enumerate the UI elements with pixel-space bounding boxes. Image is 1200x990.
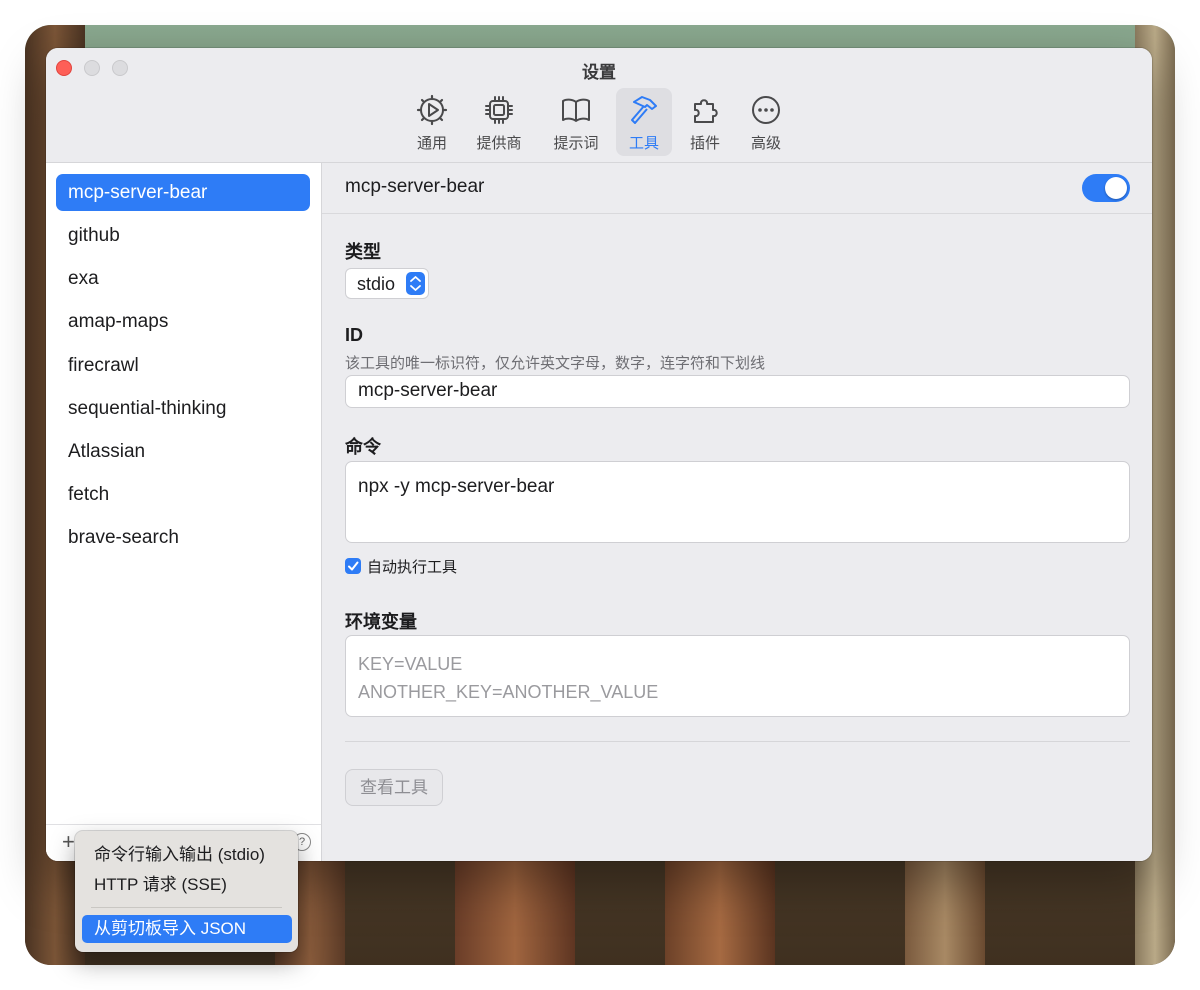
tab-label: 提示词 xyxy=(553,135,599,152)
sidebar-item-atlassian[interactable]: Atlassian xyxy=(56,433,310,470)
tool-detail-panel: mcp-server-bear 类型 stdio ID 该工具的唯一标识符，仅允… xyxy=(322,163,1152,861)
type-label: 类型 xyxy=(345,242,381,262)
menu-item-import-json[interactable]: 从剪切板导入 JSON xyxy=(82,915,292,943)
window-title: 设置 xyxy=(582,63,616,82)
env-label: 环境变量 xyxy=(345,612,417,632)
settings-window: 设置 通用 提供商 提示词 工具 插件 高级 mcp-server-bear g… xyxy=(46,48,1152,861)
wallpaper-tree xyxy=(905,855,985,965)
command-label: 命令 xyxy=(345,437,381,457)
gear-play-icon xyxy=(416,94,448,126)
menu-separator xyxy=(91,907,282,908)
ellipsis-circle-icon xyxy=(752,96,780,124)
sidebar-item-firecrawl[interactable]: firecrawl xyxy=(56,347,310,384)
tab-label: 高级 xyxy=(750,135,781,152)
sidebar-item-exa[interactable]: exa xyxy=(56,260,310,297)
wallpaper-tree xyxy=(455,855,575,965)
sidebar-item-brave-search[interactable]: brave-search xyxy=(56,519,310,556)
sidebar-item-amap-maps[interactable]: amap-maps xyxy=(56,303,310,340)
env-placeholder-line: KEY=VALUE xyxy=(358,654,463,674)
wallpaper-tree xyxy=(665,855,775,965)
auto-execute-checkbox[interactable] xyxy=(345,558,361,574)
detail-title: mcp-server-bear xyxy=(345,176,485,197)
view-tools-button[interactable]: 查看工具 xyxy=(345,769,443,806)
enable-tool-toggle[interactable] xyxy=(1082,174,1130,202)
tool-list-sidebar: mcp-server-bear github exa amap-maps fir… xyxy=(46,163,322,861)
tab-prompts[interactable]: 提示词 xyxy=(548,88,604,156)
env-textarea[interactable]: KEY=VALUE ANOTHER_KEY=ANOTHER_VALUE xyxy=(345,635,1130,717)
id-input[interactable]: mcp-server-bear xyxy=(345,375,1130,408)
book-icon xyxy=(562,98,590,122)
id-input-value: mcp-server-bear xyxy=(358,380,498,401)
tab-label: 通用 xyxy=(416,135,447,152)
detail-header: mcp-server-bear xyxy=(322,163,1152,214)
env-placeholder-line: ANOTHER_KEY=ANOTHER_VALUE xyxy=(358,682,659,702)
chip-icon xyxy=(485,96,513,124)
titlebar: 设置 通用 提供商 提示词 工具 插件 高级 xyxy=(46,48,1152,163)
sidebar-item-mcp-server-bear[interactable]: mcp-server-bear xyxy=(56,174,310,211)
sidebar-item-github[interactable]: github xyxy=(56,217,310,254)
checkmark-icon xyxy=(348,561,359,571)
add-tool-menu: 命令行输入输出 (stdio) HTTP 请求 (SSE) 从剪切板导入 JSO… xyxy=(75,831,298,952)
tab-general[interactable]: 通用 xyxy=(404,88,460,156)
hammer-icon xyxy=(631,96,657,124)
add-tool-button[interactable]: + xyxy=(62,829,75,855)
sidebar-item-sequential-thinking[interactable]: sequential-thinking xyxy=(56,390,310,427)
tab-providers[interactable]: 提供商 xyxy=(471,88,527,156)
tab-label: 提供商 xyxy=(476,135,522,152)
id-label: ID xyxy=(345,325,363,345)
chevron-up-down-icon xyxy=(406,272,425,295)
toggle-knob xyxy=(1105,177,1127,199)
tab-plugins[interactable]: 插件 xyxy=(677,88,733,156)
command-value: npx -y mcp-server-bear xyxy=(358,476,555,497)
id-hint: 该工具的唯一标识符，仅允许英文字母，数字，连字符和下划线 xyxy=(345,355,766,372)
command-textarea[interactable]: npx -y mcp-server-bear xyxy=(345,461,1130,543)
tab-tools[interactable]: 工具 xyxy=(616,88,672,156)
type-select-value: stdio xyxy=(357,274,396,294)
menu-item-sse[interactable]: HTTP 请求 (SSE) xyxy=(82,871,292,899)
tab-advanced[interactable]: 高级 xyxy=(738,88,794,156)
type-select[interactable]: stdio xyxy=(345,268,429,299)
divider xyxy=(345,741,1130,742)
settings-toolbar: 通用 提供商 提示词 工具 插件 高级 xyxy=(46,88,1152,158)
env-placeholder: KEY=VALUE ANOTHER_KEY=ANOTHER_VALUE xyxy=(358,650,658,706)
sidebar-item-fetch[interactable]: fetch xyxy=(56,476,310,513)
auto-execute-label: 自动执行工具 xyxy=(367,559,458,576)
menu-item-stdio[interactable]: 命令行输入输出 (stdio) xyxy=(82,841,292,869)
puzzle-icon xyxy=(694,99,718,123)
